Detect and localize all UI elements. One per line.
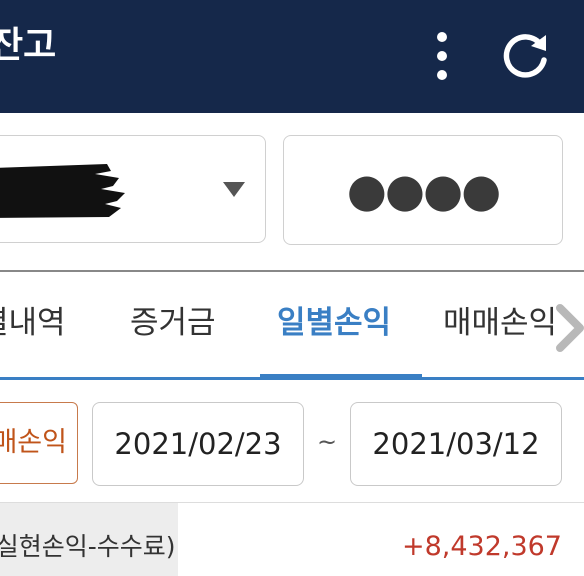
account-section: ●●●● (0, 113, 584, 270)
summary-value: +8,432,367 (401, 531, 562, 562)
start-date-field[interactable]: 2021/02/23 (92, 402, 304, 486)
password-field[interactable]: ●●●● (283, 135, 563, 245)
profit-type-label: 매매손익 (0, 427, 67, 458)
date-range-separator: ~ (317, 428, 338, 456)
end-date-value: 2021/03/12 (372, 426, 540, 461)
refresh-icon[interactable] (500, 31, 550, 81)
redacted-account-number (0, 164, 125, 218)
more-vertical-icon[interactable] (430, 30, 454, 82)
summary-label-cell: (실현손익-수수료) (0, 503, 178, 576)
start-date-value: 2021/02/23 (114, 426, 282, 461)
password-masked-value: ●●●● (346, 163, 502, 217)
tab-margin[interactable]: 증거금 (130, 308, 216, 339)
account-select[interactable] (0, 135, 266, 243)
chevron-right-icon[interactable] (552, 300, 584, 356)
profit-type-button[interactable]: 매매손익 (0, 402, 78, 484)
caret-down-icon (223, 182, 245, 197)
end-date-field[interactable]: 2021/03/12 (350, 402, 562, 486)
tab-bar: 결내역 증거금 일별손익 매매손익 (0, 272, 584, 382)
active-tab-indicator (260, 374, 422, 380)
app-header: 잔고 (0, 0, 584, 113)
page-title: 잔고 (0, 25, 57, 66)
filter-row: 매매손익 2021/02/23 ~ 2021/03/12 (0, 382, 584, 502)
summary-label: (실현손익-수수료) (0, 532, 176, 561)
tab-settlement-history[interactable]: 결내역 (0, 308, 66, 339)
screen: 잔고 ●●●● 결내역 증거금 일별손익 매매손익 (0, 0, 584, 576)
tab-daily-profit[interactable]: 일별손익 (277, 308, 391, 339)
summary-row: (실현손익-수수료) +8,432,367 (0, 503, 584, 576)
tab-trade-profit[interactable]: 매매손익 (443, 308, 557, 339)
